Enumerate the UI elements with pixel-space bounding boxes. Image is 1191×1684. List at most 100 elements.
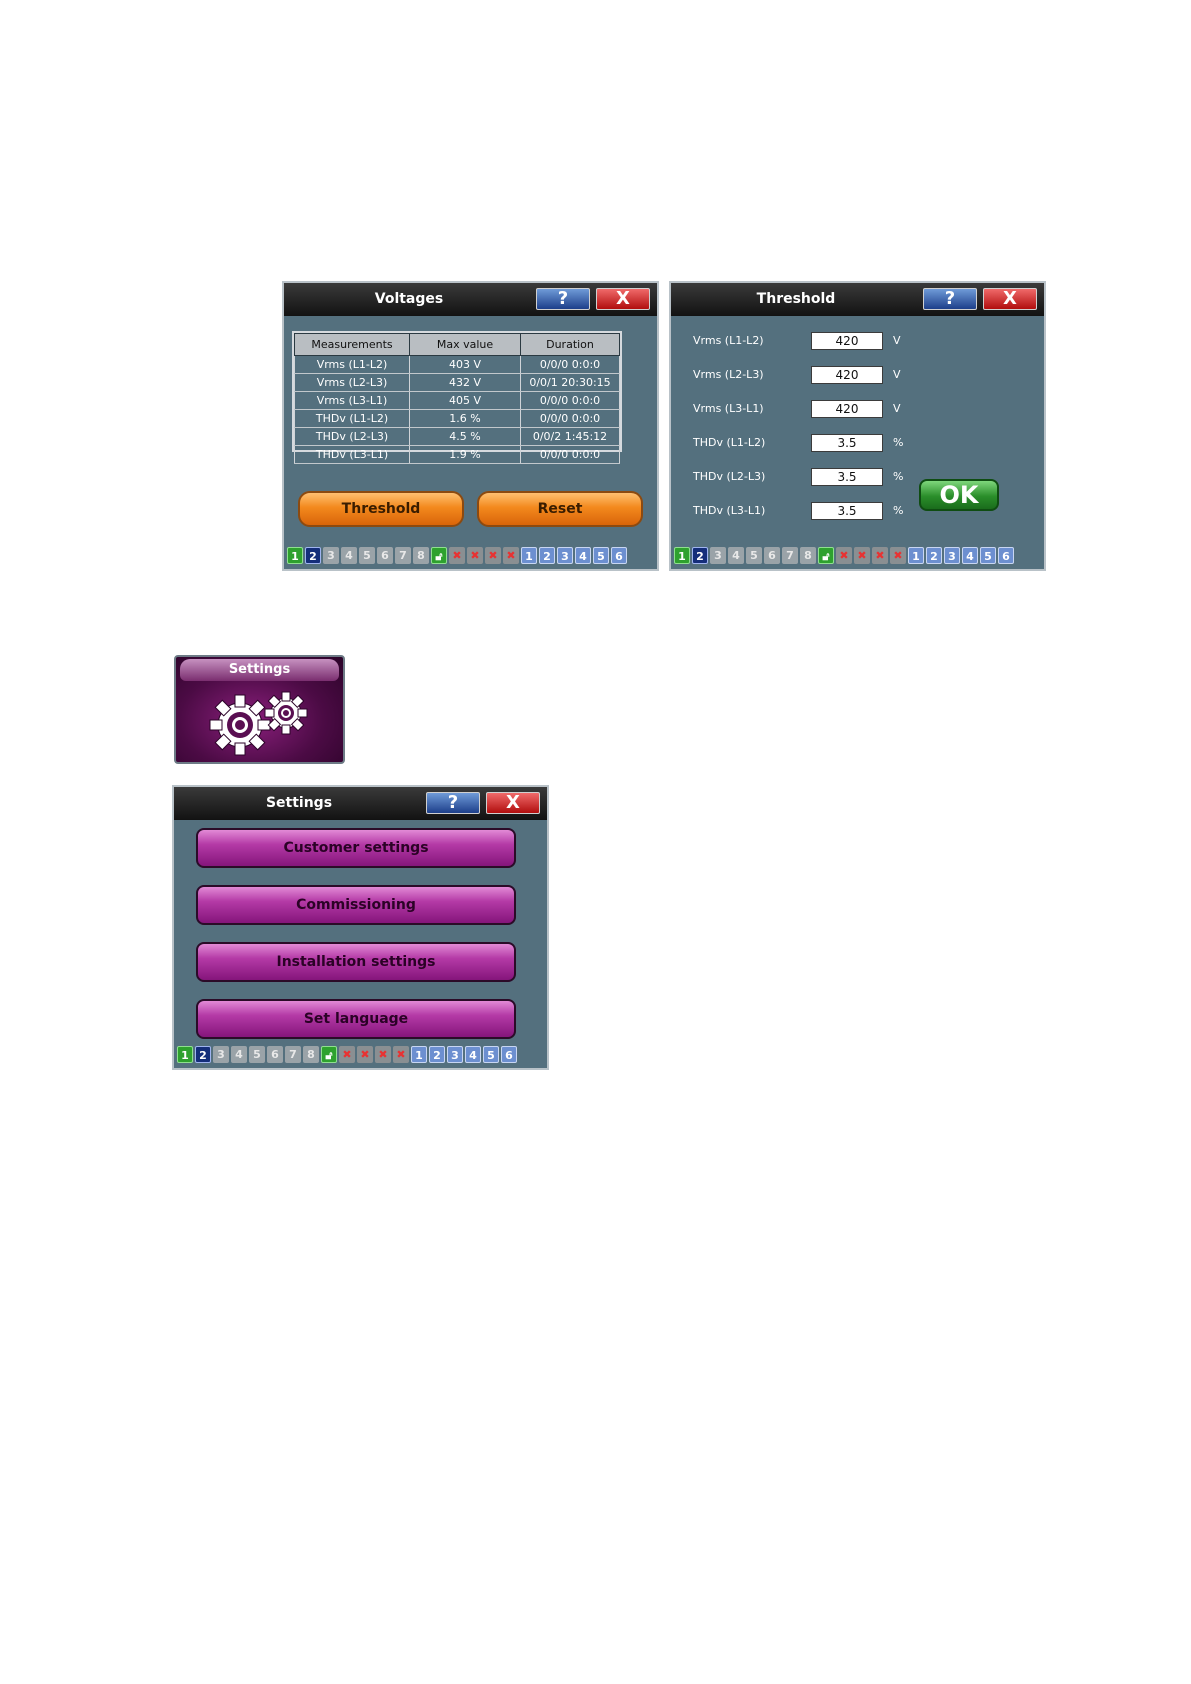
step-indicator: 2: [429, 1046, 445, 1063]
customer-settings-button[interactable]: Customer settings: [196, 828, 516, 868]
alarm-off-icon: ✖: [393, 1046, 409, 1063]
table-cell: 0/0/1 20:30:15: [520, 373, 620, 392]
threshold-input[interactable]: 3.5: [811, 502, 883, 520]
settings-tile[interactable]: Settings: [174, 655, 345, 764]
close-button[interactable]: X: [983, 288, 1037, 310]
settings-window: Settings ? X Customer settings Commissio…: [172, 785, 549, 1070]
step-indicator: 2: [926, 547, 942, 564]
settings-titlebar: Settings ? X: [174, 787, 547, 820]
page-indicator[interactable]: 1: [177, 1046, 193, 1063]
threshold-input[interactable]: 3.5: [811, 468, 883, 486]
page-indicator: 3: [710, 547, 726, 564]
page-indicator[interactable]: 1: [674, 547, 690, 564]
status-bar: 1 2 3 4 5 6 7 8 🔓︎ ✖ ✖ ✖ ✖ 1 2 3 4 5 6: [287, 547, 654, 566]
step-indicator: 4: [465, 1046, 481, 1063]
step-indicator: 1: [908, 547, 924, 564]
threshold-unit: V: [893, 402, 901, 415]
close-button[interactable]: X: [596, 288, 650, 310]
column-header: Max value: [409, 333, 521, 356]
threshold-label: Vrms (L2-L3): [693, 368, 764, 381]
step-indicator: 3: [557, 547, 573, 564]
page-indicator: 3: [323, 547, 339, 564]
close-button[interactable]: X: [486, 792, 540, 814]
help-button[interactable]: ?: [426, 792, 480, 814]
column-header: Duration: [520, 333, 620, 356]
commissioning-button[interactable]: Commissioning: [196, 885, 516, 925]
window-title: Voltages: [374, 291, 444, 307]
step-indicator: 1: [521, 547, 537, 564]
threshold-label: Vrms (L3-L1): [693, 402, 764, 415]
page-indicator: 7: [782, 547, 798, 564]
table-row: Vrms (L3-L1) 405 V 0/0/0 0:0:0: [294, 391, 620, 410]
page-indicator-current[interactable]: 2: [195, 1046, 211, 1063]
table-cell: Vrms (L1-L2): [294, 355, 410, 374]
step-indicator: 4: [575, 547, 591, 564]
table-cell: THDv (L2-L3): [294, 427, 410, 446]
page-indicator: 3: [213, 1046, 229, 1063]
step-indicator: 3: [447, 1046, 463, 1063]
step-indicator: 5: [483, 1046, 499, 1063]
alarm-off-icon: ✖: [467, 547, 483, 564]
page-indicator: 6: [764, 547, 780, 564]
page-indicator: 5: [249, 1046, 265, 1063]
help-button[interactable]: ?: [536, 288, 590, 310]
table-cell: THDv (L1-L2): [294, 409, 410, 428]
table-cell: 432 V: [409, 373, 521, 392]
set-language-button[interactable]: Set language: [196, 999, 516, 1039]
step-indicator: 3: [944, 547, 960, 564]
installation-settings-button[interactable]: Installation settings: [196, 942, 516, 982]
help-button[interactable]: ?: [923, 288, 977, 310]
page-indicator-current[interactable]: 2: [692, 547, 708, 564]
threshold-button[interactable]: Threshold: [298, 491, 464, 527]
threshold-unit: %: [893, 436, 904, 449]
window-title: Settings: [265, 795, 333, 811]
table-cell: 1.6 %: [409, 409, 521, 428]
table-row: Vrms (L2-L3) 432 V 0/0/1 20:30:15: [294, 373, 620, 392]
alarm-off-icon: ✖: [449, 547, 465, 564]
table-row: THDv (L1-L2) 1.6 % 0/0/0 0:0:0: [294, 409, 620, 428]
page-indicator: 4: [231, 1046, 247, 1063]
page-indicator-current[interactable]: 2: [305, 547, 321, 564]
step-indicator: 1: [411, 1046, 427, 1063]
status-bar: 1 2 3 4 5 6 7 8 🔓︎ ✖ ✖ ✖ ✖ 1 2 3 4 5 6: [674, 547, 1041, 566]
alarm-off-icon: ✖: [854, 547, 870, 564]
lock-icon: 🔓︎: [321, 1046, 337, 1063]
settings-tile-label: Settings: [180, 659, 339, 681]
reset-button[interactable]: Reset: [477, 491, 643, 527]
table-row: THDv (L3-L1) 1.9 % 0/0/0 0:0:0: [294, 445, 620, 464]
table-cell: 405 V: [409, 391, 521, 410]
alarm-off-icon: ✖: [503, 547, 519, 564]
threshold-window: Threshold ? X Vrms (L1-L2) 420 V Vrms (L…: [669, 281, 1046, 571]
page-indicator: 6: [267, 1046, 283, 1063]
threshold-input[interactable]: 420: [811, 332, 883, 350]
table-cell: Vrms (L2-L3): [294, 373, 410, 392]
table-cell: 0/0/0 0:0:0: [520, 409, 620, 428]
page-indicator: 8: [303, 1046, 319, 1063]
step-indicator: 5: [593, 547, 609, 564]
status-bar: 1 2 3 4 5 6 7 8 🔓︎ ✖ ✖ ✖ ✖ 1 2 3 4 5 6: [177, 1046, 544, 1065]
threshold-unit: %: [893, 504, 904, 517]
threshold-input[interactable]: 420: [811, 366, 883, 384]
gears-icon: [209, 691, 308, 756]
step-indicator: 4: [962, 547, 978, 564]
table-cell: 0/0/0 0:0:0: [520, 445, 620, 464]
page-indicator: 5: [359, 547, 375, 564]
ok-button[interactable]: OK: [919, 479, 999, 511]
step-indicator: 6: [998, 547, 1014, 564]
step-indicator: 2: [539, 547, 555, 564]
step-indicator: 6: [501, 1046, 517, 1063]
table-row: THDv (L2-L3) 4.5 % 0/0/2 1:45:12: [294, 427, 620, 446]
alarm-off-icon: ✖: [375, 1046, 391, 1063]
table-cell: 0/0/2 1:45:12: [520, 427, 620, 446]
page-indicator: 7: [285, 1046, 301, 1063]
threshold-input[interactable]: 3.5: [811, 434, 883, 452]
column-header: Measurements: [294, 333, 410, 356]
alarm-off-icon: ✖: [872, 547, 888, 564]
page-indicator[interactable]: 1: [287, 547, 303, 564]
step-indicator: 6: [611, 547, 627, 564]
alarm-off-icon: ✖: [485, 547, 501, 564]
table-cell: 4.5 %: [409, 427, 521, 446]
threshold-input[interactable]: 420: [811, 400, 883, 418]
threshold-label: THDv (L1-L2): [693, 436, 766, 449]
voltages-window: Voltages ? X Measurements Max value Dura…: [282, 281, 659, 571]
